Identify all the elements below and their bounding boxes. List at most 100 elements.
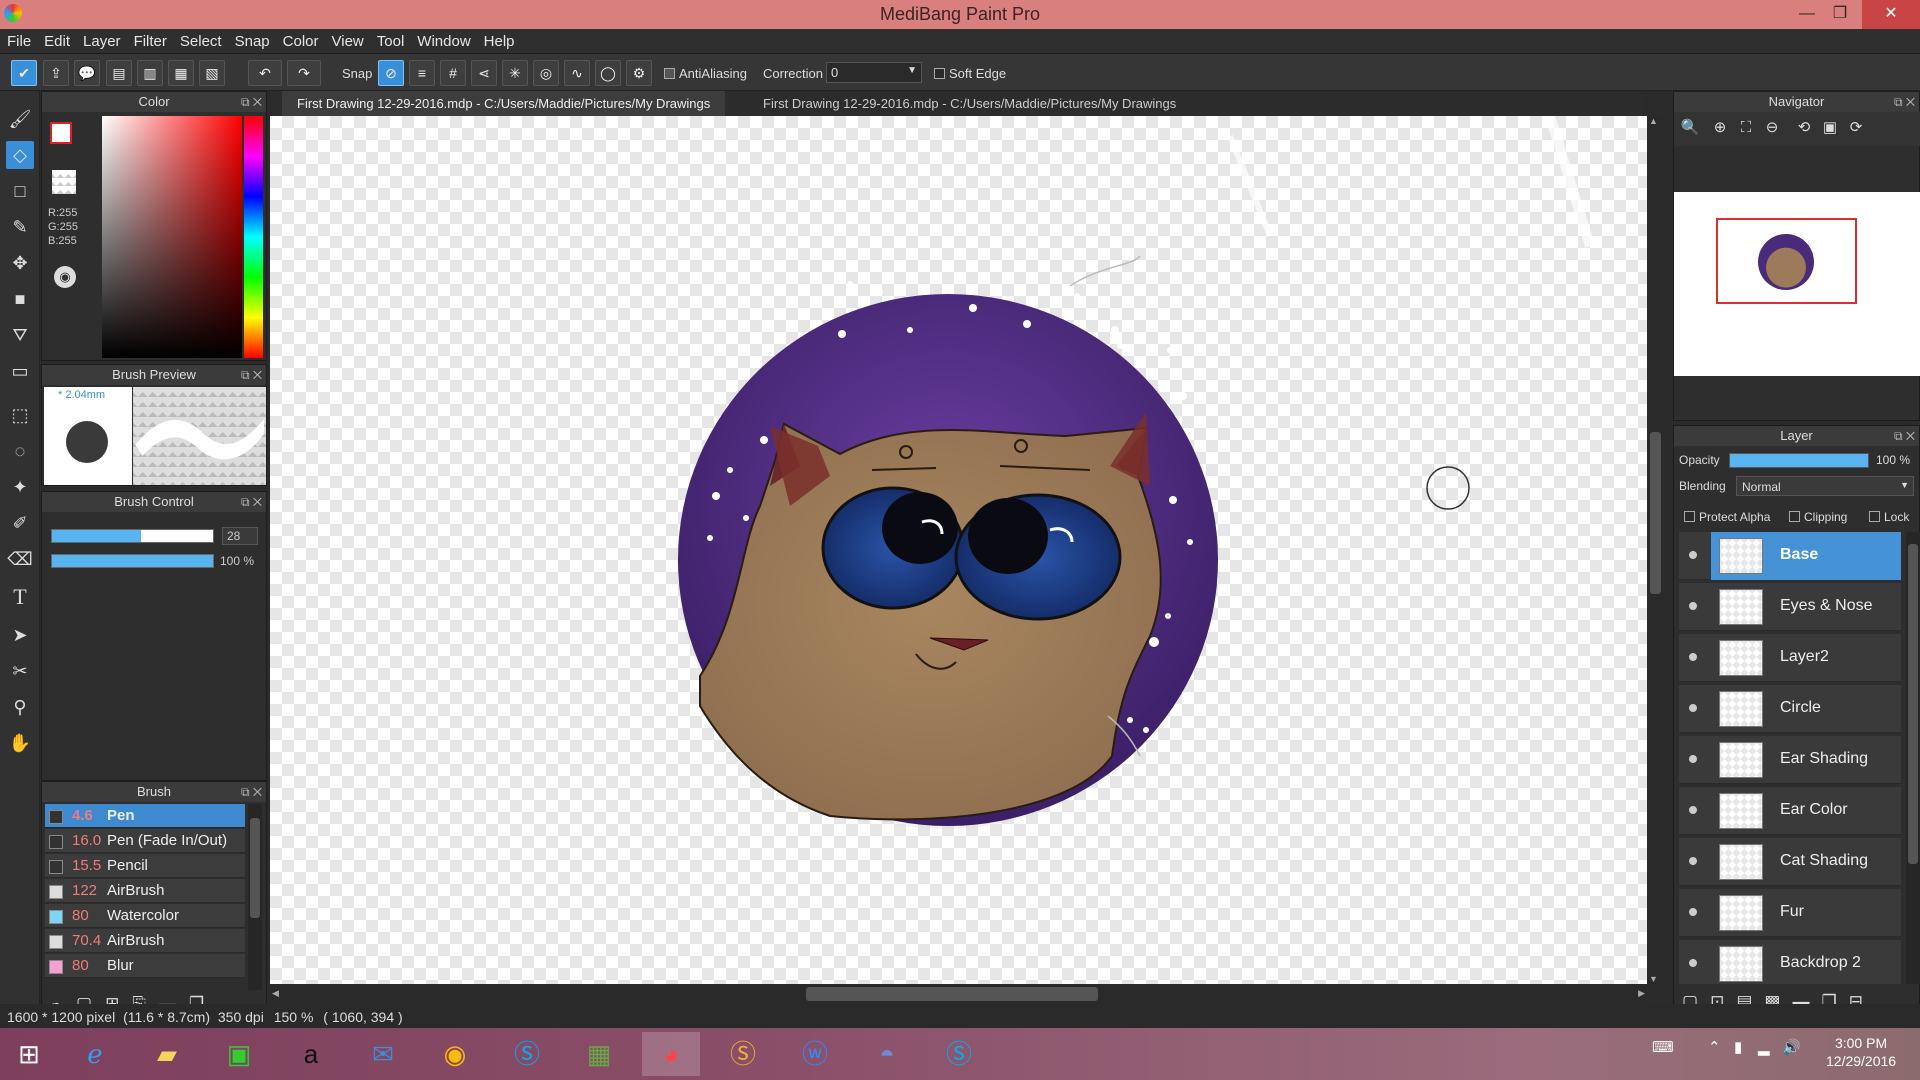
- snap-curve-icon[interactable]: ∿: [564, 60, 590, 86]
- medibang-icon[interactable]: ◕: [642, 1032, 700, 1076]
- divide-tool-icon[interactable]: ✂: [6, 657, 34, 685]
- menu-tool[interactable]: Tool: [370, 29, 411, 50]
- lock-toggle[interactable]: Lock: [1869, 510, 1909, 524]
- tab-document-1[interactable]: First Drawing 12-29-2016.mdp - C:/Users/…: [282, 91, 726, 116]
- eye-icon[interactable]: [1687, 600, 1699, 612]
- eye-icon[interactable]: [1687, 702, 1699, 714]
- layer-row[interactable]: Fur: [1679, 889, 1901, 937]
- select-eraser-tool-icon[interactable]: ⌫: [6, 545, 34, 573]
- scroll-up-icon[interactable]: ▲: [1649, 116, 1658, 126]
- dot-tool-icon[interactable]: □: [6, 177, 34, 205]
- saturation-value-picker[interactable]: [102, 116, 242, 358]
- file-explorer-icon[interactable]: ▰: [138, 1032, 196, 1076]
- scroll-left-icon[interactable]: ◀: [272, 988, 279, 999]
- brush-item[interactable]: 15.5 Pencil: [45, 854, 245, 878]
- correction-select[interactable]: 0 ▼: [826, 62, 922, 83]
- panel-close-icon[interactable]: ⧉ ✕: [241, 92, 262, 112]
- grid-icon[interactable]: ▧: [199, 60, 225, 86]
- brush-tool-icon[interactable]: 🖌: [6, 105, 34, 133]
- eye-icon[interactable]: [1687, 651, 1699, 663]
- lock-checkbox[interactable]: [1869, 511, 1880, 522]
- eye-icon[interactable]: [1687, 957, 1699, 969]
- layer-opacity-slider[interactable]: [1729, 453, 1869, 468]
- snap-parallel-icon[interactable]: ≡: [409, 60, 435, 86]
- brush-item[interactable]: 122 AirBrush: [45, 879, 245, 903]
- eye-icon[interactable]: [1687, 549, 1699, 561]
- zoom-out-icon[interactable]: ⊖: [1760, 116, 1784, 140]
- scroll-right-icon[interactable]: ▶: [1638, 988, 1645, 999]
- skype-icon[interactable]: Ⓢ: [498, 1032, 556, 1076]
- internet-explorer-icon[interactable]: ℯ: [66, 1032, 124, 1076]
- redo-icon[interactable]: ↷: [287, 60, 321, 86]
- magic-wand-tool-icon[interactable]: ✦: [6, 473, 34, 501]
- eraser-tool-icon[interactable]: ◇: [6, 141, 34, 169]
- soft-edge-checkbox[interactable]: [934, 68, 945, 79]
- tray-expand-icon[interactable]: ⌃: [1708, 1038, 1721, 1056]
- layer-row[interactable]: Ear Shading: [1679, 736, 1901, 784]
- move-tool-icon[interactable]: ✥: [6, 249, 34, 277]
- menu-color[interactable]: Color: [276, 29, 325, 50]
- protect-alpha-toggle[interactable]: Protect Alpha: [1684, 510, 1770, 524]
- panel-layout-icon[interactable]: ▦: [168, 60, 194, 86]
- comment-icon[interactable]: ▤: [106, 60, 132, 86]
- vertical-scroll-thumb[interactable]: [1650, 432, 1661, 594]
- panel-close-icon[interactable]: ⧉ ✕: [241, 365, 262, 385]
- canvas[interactable]: [270, 116, 1647, 984]
- snap-radial-icon[interactable]: ✳: [502, 60, 528, 86]
- layer-row[interactable]: Base: [1679, 532, 1901, 580]
- layer-row[interactable]: Layer2: [1679, 634, 1901, 682]
- clock[interactable]: 3:00 PM 12/29/2016: [1826, 1034, 1896, 1070]
- eye-icon[interactable]: [1687, 906, 1699, 918]
- rotate-left-icon[interactable]: ⟲: [1792, 116, 1816, 140]
- navigator-preview[interactable]: [1674, 192, 1920, 376]
- undo-icon[interactable]: ↶: [248, 60, 282, 86]
- panel-close-icon[interactable]: ⧉ ✕: [241, 782, 262, 802]
- speech-bubble-icon[interactable]: 💬: [74, 60, 100, 86]
- clipping-toggle[interactable]: Clipping: [1789, 510, 1847, 524]
- panel-close-icon[interactable]: ⧉ ✕: [241, 492, 262, 512]
- zoom-icon[interactable]: 🔍: [1678, 116, 1702, 140]
- panel-close-icon[interactable]: ⧉ ✕: [1894, 92, 1915, 112]
- operation-tool-icon[interactable]: ➤: [6, 621, 34, 649]
- cloud-check-icon[interactable]: ✔: [11, 60, 37, 86]
- eyedropper-tool-icon[interactable]: ⚲: [6, 693, 34, 721]
- menu-help[interactable]: Help: [477, 29, 521, 50]
- menu-snap[interactable]: Snap: [228, 29, 276, 50]
- brush-opacity-slider[interactable]: [51, 554, 214, 568]
- rotate-right-icon[interactable]: ⟳: [1844, 116, 1868, 140]
- canvas-vertical-scrollbar[interactable]: ▲ ▼: [1647, 116, 1664, 984]
- select-rect-tool-icon[interactable]: ⬚: [6, 401, 34, 429]
- primary-color-swatch[interactable]: [50, 122, 72, 144]
- snap-ellipse-icon[interactable]: ◯: [595, 60, 621, 86]
- fit-icon[interactable]: ⛶: [1734, 116, 1758, 140]
- snap-off-icon[interactable]: ⊘: [378, 60, 404, 86]
- skype-alt-icon[interactable]: Ⓢ: [930, 1032, 988, 1076]
- menu-filter[interactable]: Filter: [127, 29, 173, 50]
- store-icon[interactable]: ▣: [210, 1032, 268, 1076]
- close-button[interactable]: ✕: [1862, 0, 1920, 29]
- hue-slider[interactable]: [244, 116, 263, 358]
- brush-size-slider[interactable]: [51, 529, 214, 543]
- actual-size-icon[interactable]: ▣: [1818, 116, 1842, 140]
- canvas-horizontal-scrollbar[interactable]: ◀ ▶: [270, 984, 1647, 1004]
- hand-tool-icon[interactable]: ✋: [6, 729, 34, 757]
- pen-line-tool-icon[interactable]: ✎: [6, 213, 34, 241]
- scroll-down-icon[interactable]: ▼: [1649, 974, 1658, 984]
- brush-item[interactable]: 16.0 Pen (Fade In/Out): [45, 829, 245, 853]
- discord-icon[interactable]: ◓: [858, 1032, 916, 1076]
- brush-list-scrollbar[interactable]: [248, 804, 262, 990]
- network-icon[interactable]: ▂: [1758, 1038, 1770, 1056]
- upload-icon[interactable]: ⇪: [43, 60, 69, 86]
- soft-edge-toggle[interactable]: Soft Edge: [934, 66, 1006, 81]
- menu-select[interactable]: Select: [173, 29, 228, 50]
- chrome-icon[interactable]: ◉: [426, 1032, 484, 1076]
- mail-icon[interactable]: ✉: [354, 1032, 412, 1076]
- bucket-tool-icon[interactable]: ⛛: [6, 321, 34, 349]
- text-tool-icon[interactable]: T: [6, 583, 34, 611]
- brush-item[interactable]: 80 Watercolor: [45, 904, 245, 928]
- antialiasing-toggle[interactable]: AntiAliasing: [664, 66, 747, 81]
- layer-row[interactable]: Circle: [1679, 685, 1901, 733]
- protect-alpha-checkbox[interactable]: [1684, 511, 1695, 522]
- antialiasing-checkbox[interactable]: [664, 68, 675, 79]
- wattpad-icon[interactable]: ⓦ: [786, 1032, 844, 1076]
